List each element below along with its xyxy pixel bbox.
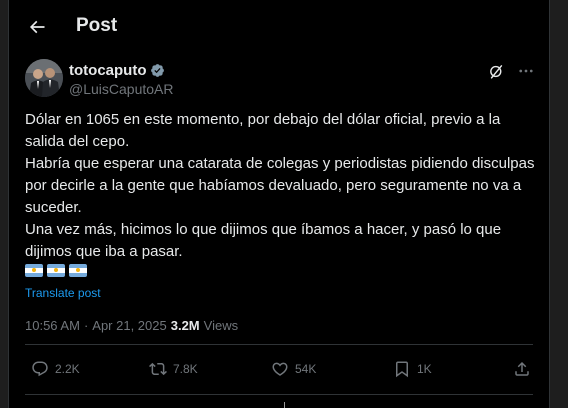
bookmark-count: 1K xyxy=(417,362,432,376)
back-button[interactable] xyxy=(23,13,51,41)
post-date[interactable]: Apr 21, 2025 xyxy=(92,318,166,333)
post-paragraph-2: Habría que esperar una catarata de coleg… xyxy=(25,155,535,216)
argentina-flag-icon xyxy=(69,264,87,277)
author-name-row: totocaputo xyxy=(69,62,165,79)
heart-icon xyxy=(272,362,288,376)
post-action-bar: 2.2K 7.8K 54K 1K xyxy=(9,352,549,392)
more-horizontal-icon xyxy=(519,69,533,73)
avatar[interactable] xyxy=(25,59,63,97)
bookmark-icon xyxy=(396,361,408,378)
reply-button[interactable]: 2.2K xyxy=(31,360,80,378)
divider xyxy=(25,344,533,345)
reply-count: 2.2K xyxy=(55,362,80,376)
share-button[interactable] xyxy=(513,360,531,378)
back-arrow-icon xyxy=(29,20,45,34)
author-display-name[interactable]: totocaputo xyxy=(69,62,146,79)
repost-icon xyxy=(149,362,167,376)
argentina-flag-icon xyxy=(25,264,43,277)
meta-separator: · xyxy=(83,318,89,333)
post-meta: 10:56 AM · Apr 21, 2025 3.2M Views xyxy=(25,318,238,333)
avatar-photo-icon xyxy=(25,59,63,97)
grok-button[interactable] xyxy=(488,63,505,80)
like-count: 54K xyxy=(295,362,317,376)
more-options-button[interactable] xyxy=(517,62,535,80)
like-button[interactable]: 54K xyxy=(271,360,316,378)
reply-icon xyxy=(32,361,48,377)
post-text: Dólar en 1065 en este momento, por debaj… xyxy=(25,109,540,263)
divider xyxy=(25,394,533,395)
post-paragraph-3: Una vez más, hicimos lo que dijimos que … xyxy=(25,221,502,260)
argentina-flag-icon xyxy=(47,264,65,277)
grok-icon xyxy=(490,64,503,79)
repost-button[interactable]: 7.8K xyxy=(149,360,198,378)
bookmark-button[interactable]: 1K xyxy=(393,360,432,378)
post-top-actions xyxy=(488,62,535,80)
post-paragraph-1: Dólar en 1065 en este momento, por debaj… xyxy=(25,111,501,150)
post-time[interactable]: 10:56 AM xyxy=(25,318,80,333)
author-handle[interactable]: @LuisCaputoAR xyxy=(69,81,174,97)
post-panel: Post totocaputo @LuisCaputoAR Dólar en 1… xyxy=(8,0,550,408)
views-count: 3.2M xyxy=(170,318,200,333)
repost-count: 7.8K xyxy=(173,362,198,376)
verified-badge-icon xyxy=(151,64,165,77)
window-frame: Post totocaputo @LuisCaputoAR Dólar en 1… xyxy=(0,0,568,408)
page-title: Post xyxy=(76,15,118,36)
flag-emoji-row xyxy=(25,264,87,277)
post-header: Post xyxy=(9,0,549,53)
share-icon xyxy=(515,361,529,376)
scroll-marker xyxy=(284,402,285,408)
translate-post-link[interactable]: Translate post xyxy=(25,286,101,300)
views-label: Views xyxy=(203,318,239,333)
